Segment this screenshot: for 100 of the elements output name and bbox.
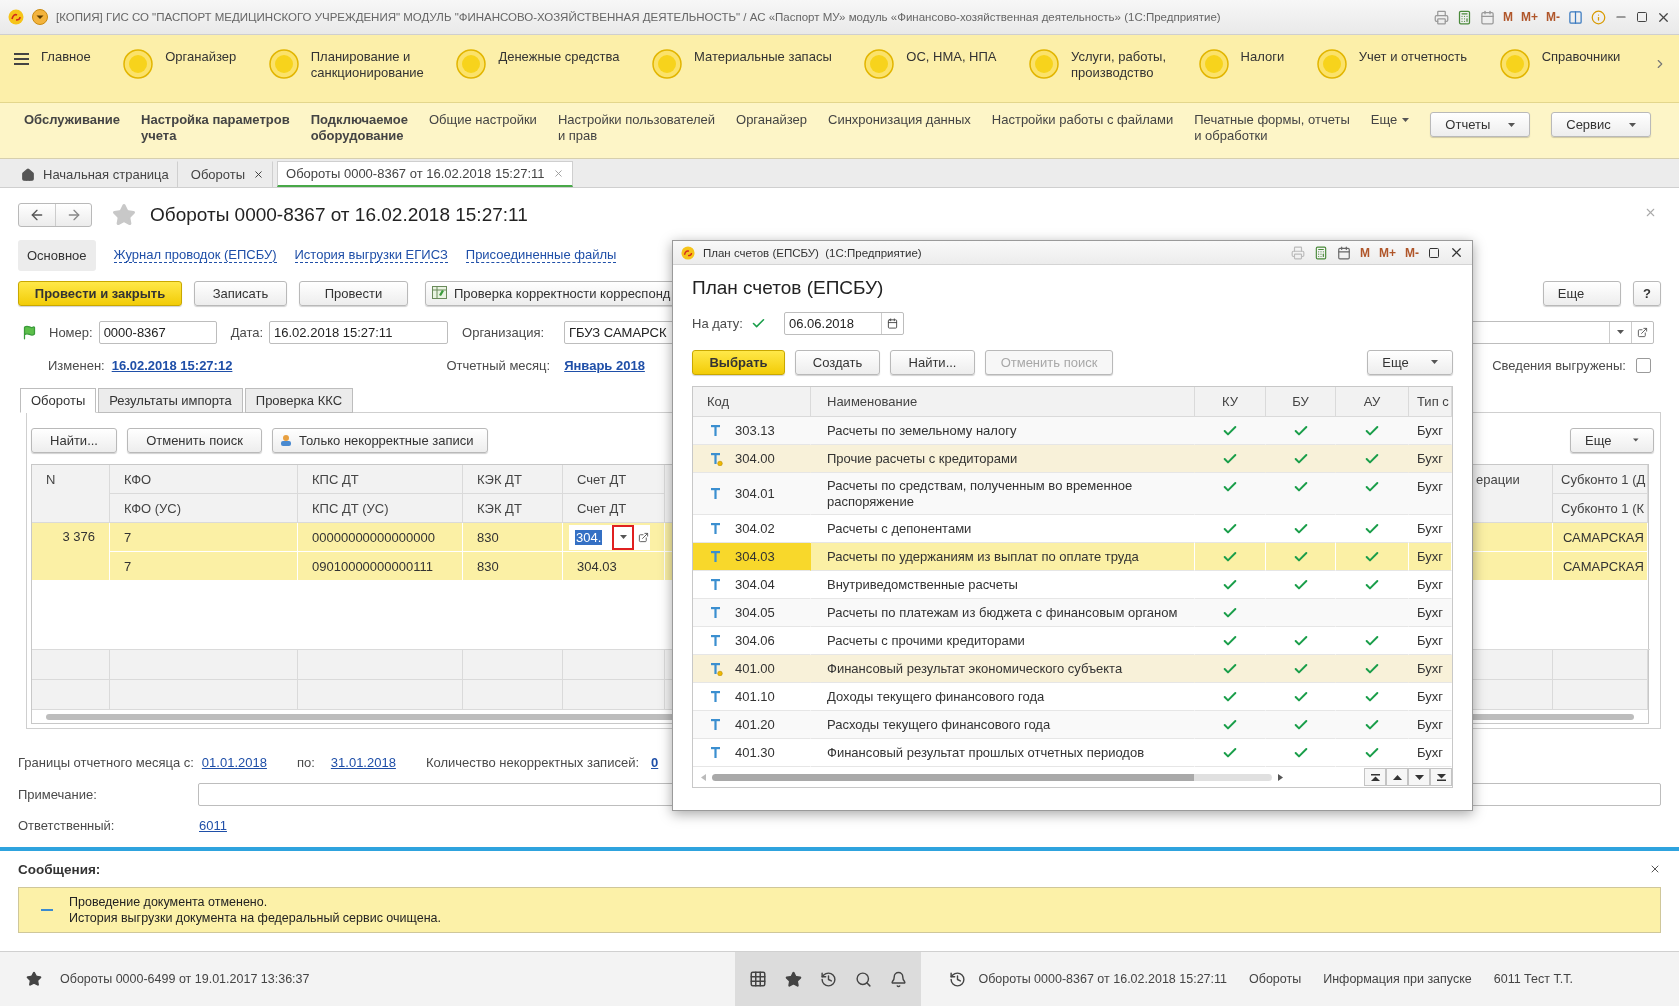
form-tab[interactable]: Обороты (20, 388, 97, 413)
menu-icon[interactable] (14, 53, 29, 65)
table-button[interactable]: Только некорректные записи (272, 427, 489, 453)
command-link[interactable]: Настройки пользователей и прав (557, 112, 716, 144)
close-icon[interactable] (1449, 245, 1464, 260)
search-icon[interactable] (855, 970, 873, 988)
close-icon[interactable] (1649, 863, 1661, 875)
column-header[interactable]: АУ (1336, 387, 1409, 417)
command-link[interactable]: Подключаемое оборудование (310, 112, 408, 144)
form-link[interactable]: История выгрузки ЕГИСЗ (294, 247, 448, 263)
more-button[interactable]: Еще (1367, 349, 1453, 375)
apps-icon[interactable] (749, 970, 768, 988)
previous-row-button[interactable] (1386, 768, 1408, 786)
column-header[interactable]: Субконто 1 (К (1553, 494, 1648, 523)
column-header[interactable]: КПС ДТ (298, 465, 463, 494)
account-input[interactable]: 304. (569, 524, 650, 550)
menu-button[interactable]: Отчеты (1430, 112, 1531, 137)
calendar-icon[interactable] (1337, 245, 1351, 260)
memory-key[interactable]: M (1503, 10, 1513, 24)
count-link[interactable]: 0 (651, 754, 659, 770)
type-cell[interactable]: Бухг (1409, 655, 1452, 683)
section-link[interactable]: Главное (41, 49, 91, 65)
memory-key[interactable]: M+ (1379, 245, 1396, 260)
name-cell[interactable]: Прочие расчеты с кредиторами (811, 445, 1195, 473)
favorite-star-icon[interactable] (785, 970, 803, 988)
command-link[interactable]: Настройки работы с файлами (991, 112, 1174, 128)
scroll-left-icon[interactable] (701, 773, 706, 781)
command-link[interactable]: Печатные формы, отчеты и обработки (1194, 112, 1350, 144)
column-header[interactable]: Наименование (811, 387, 1195, 417)
table-button[interactable]: Найти... (31, 427, 117, 453)
memory-key[interactable]: M- (1546, 10, 1560, 24)
form-tab[interactable]: Проверка ККС (244, 388, 354, 413)
name-cell[interactable]: Расчеты по удержаниям из выплат по оплате труда (811, 543, 1195, 571)
history-icon[interactable] (820, 970, 838, 988)
column-header[interactable]: Тип с (1409, 387, 1452, 417)
code-cell[interactable]: 401.00 (693, 655, 811, 683)
command-button[interactable]: Записать (194, 280, 287, 306)
column-header[interactable]: КЭК ДТ (463, 494, 563, 523)
code-cell[interactable]: 304.00 (693, 445, 811, 473)
command-button[interactable]: Провести и закрыть (18, 280, 182, 306)
column-header[interactable]: Субконто 1 (Д (1553, 465, 1648, 494)
form-link[interactable]: Присоединенные файлы (465, 247, 617, 263)
dropdown-menu-icon[interactable] (32, 9, 48, 25)
column-header[interactable]: КПС ДТ (УС) (298, 494, 463, 523)
section-link[interactable]: Справочники (1541, 49, 1621, 65)
dialog-button[interactable]: Выбрать (692, 349, 785, 375)
command-link[interactable]: Синхронизация данных (828, 112, 971, 128)
dialog-button[interactable]: Создать (795, 349, 880, 375)
type-cell[interactable]: Бухг (1409, 417, 1452, 445)
window-tab[interactable]: Обороты 0000-8367 от 16.02.2018 15:27:11 (277, 161, 573, 187)
command-link[interactable]: Настройка параметров учета (141, 112, 290, 144)
panels-icon[interactable] (1568, 9, 1583, 25)
scrollbar[interactable] (712, 773, 1272, 781)
command-link[interactable]: Общие настройки (429, 112, 537, 128)
column-header[interactable]: КЭК ДТ (463, 465, 563, 494)
favorite-star-icon[interactable] (26, 971, 42, 987)
window-tab[interactable]: Обороты (181, 161, 274, 187)
command-link[interactable]: Обслуживание (24, 112, 120, 128)
number-field[interactable]: 0000-8367 (98, 320, 217, 344)
column-header[interactable]: КФО (110, 465, 298, 494)
section-link[interactable]: Органайзер (165, 49, 237, 65)
name-cell[interactable]: Финансовый результат экономического субъекта (811, 655, 1195, 683)
responsible-link[interactable]: 6011 (199, 817, 227, 833)
calculator-icon[interactable] (1314, 245, 1328, 260)
dropdown-button[interactable] (612, 524, 635, 550)
column-header[interactable]: Счет ДТ (563, 465, 665, 494)
column-header[interactable]: КУ (1195, 387, 1266, 417)
command-button[interactable]: Провести (299, 280, 408, 306)
next-row-button[interactable] (1408, 768, 1430, 786)
name-cell[interactable]: Расчеты по платежам из бюджета с финансовым органом (811, 599, 1195, 627)
restore-icon[interactable] (1636, 11, 1648, 23)
window-tab[interactable]: Начальная страница (12, 161, 178, 187)
type-cell[interactable]: Бухг (1409, 473, 1452, 515)
menu-button[interactable]: Сервис (1551, 112, 1651, 137)
date-link[interactable]: 31.01.2018 (330, 754, 396, 770)
code-cell[interactable]: 304.01 (693, 473, 811, 515)
code-cell[interactable]: 303.13 (693, 417, 811, 445)
memory-key[interactable]: M+ (1521, 10, 1538, 24)
more-button[interactable]: Еще (1570, 427, 1654, 453)
section-link[interactable]: Денежные средства (498, 49, 620, 65)
type-cell[interactable]: Бухг (1409, 599, 1452, 627)
type-cell[interactable]: Бухг (1409, 445, 1452, 473)
date-field[interactable]: 06.06.2018 (784, 311, 904, 335)
section-link[interactable]: Учет и отчетность (1358, 49, 1468, 65)
section-link[interactable]: ОС, НМА, НПА (906, 49, 997, 65)
calendar-icon[interactable] (887, 317, 898, 329)
uploaded-checkbox[interactable] (1636, 357, 1651, 373)
history-icon[interactable] (949, 970, 967, 988)
more-menu[interactable]: Еще (1370, 112, 1410, 128)
section-link[interactable]: Налоги (1240, 49, 1285, 65)
status-item[interactable]: 6011 Тест Т.Т. (1493, 972, 1573, 986)
table-button[interactable]: Отменить поиск (127, 427, 262, 453)
name-cell[interactable]: Расходы текущего финансового года (811, 711, 1195, 739)
first-row-button[interactable] (1364, 768, 1386, 786)
section-link[interactable]: Планирование и санкционирование (310, 49, 424, 81)
column-header[interactable]: Код (693, 387, 811, 417)
section-link[interactable]: Материальные запасы (694, 49, 832, 65)
form-link[interactable]: Журнал проводок (ЕПСБУ) (113, 247, 277, 263)
column-header[interactable]: КФО (УС) (110, 494, 298, 523)
name-cell[interactable]: Расчеты по земельному налогу (811, 417, 1195, 445)
